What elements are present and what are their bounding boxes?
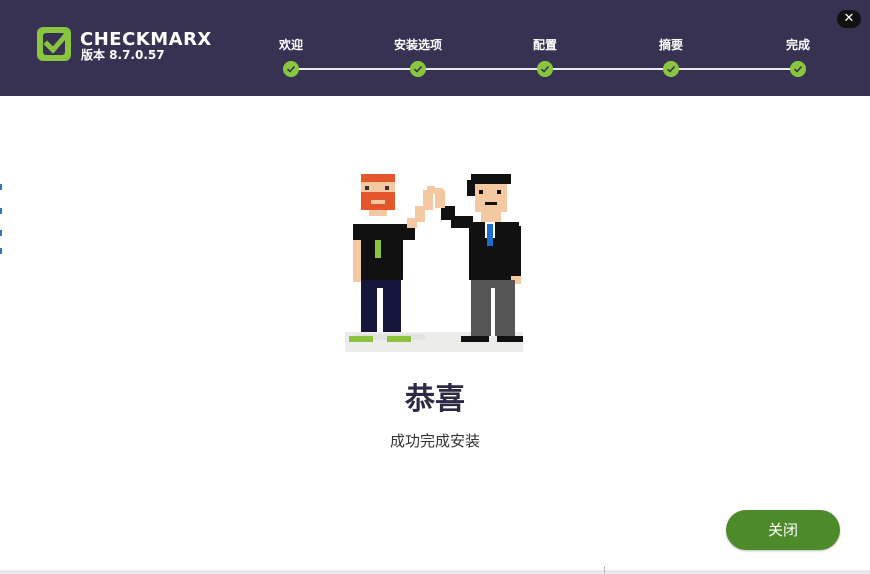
check-icon: [663, 61, 679, 77]
check-icon: [537, 61, 553, 77]
high-five-illustration: [345, 174, 523, 352]
close-icon: ✕: [843, 11, 855, 26]
close-button[interactable]: 关闭: [726, 510, 840, 550]
check-icon: [283, 61, 299, 77]
checkmarx-logo-icon: [37, 27, 71, 61]
step-label: 欢迎: [278, 38, 303, 52]
background-divider: [604, 566, 605, 574]
step-configuration: 配置: [500, 36, 590, 77]
step-label: 摘要: [658, 38, 683, 52]
step-summary: 摘要: [626, 36, 716, 77]
installer-header: CHECKMARX 版本 8.7.0.57 ✕ 欢迎 安装选项 配置 摘要 完成: [0, 0, 870, 96]
background-window-fragment: [0, 96, 3, 574]
check-icon: [790, 61, 806, 77]
step-label: 配置: [532, 38, 557, 52]
window-close-button[interactable]: ✕: [837, 10, 861, 28]
congratulations-title: 恭喜: [405, 382, 465, 417]
step-install-options: 安装选项: [373, 36, 463, 77]
step-welcome: 欢迎: [246, 36, 336, 77]
step-label: 安装选项: [393, 38, 442, 52]
install-success-message: 成功完成安装: [389, 432, 480, 450]
check-icon: [410, 61, 426, 77]
background-taskbar-edge: [0, 570, 870, 574]
version-label: 版本 8.7.0.57: [81, 48, 165, 62]
step-label: 完成: [785, 38, 810, 52]
step-finish: 完成: [753, 36, 843, 77]
